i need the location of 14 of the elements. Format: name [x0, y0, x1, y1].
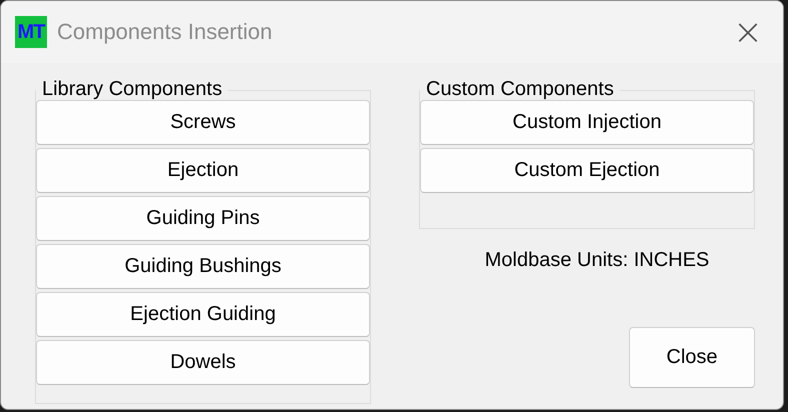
units-label: Moldbase Units: INCHES [484, 249, 710, 272]
component-button[interactable]: Custom Injection [420, 100, 754, 145]
app-logo: MT [15, 16, 47, 48]
component-button[interactable]: Guiding Bushings [36, 244, 370, 289]
component-button[interactable]: Dowels [36, 340, 370, 385]
component-button[interactable]: Ejection [36, 148, 370, 193]
group-title: Library Components [41, 78, 224, 100]
component-button[interactable]: Screws [36, 100, 370, 145]
component-button[interactable]: Custom Ejection [420, 148, 754, 193]
component-button[interactable]: Ejection Guiding [36, 292, 370, 337]
close-button[interactable]: Close [629, 327, 755, 388]
component-button[interactable]: Guiding Pins [36, 196, 370, 241]
window-title: Components Insertion [57, 19, 274, 45]
group-title: Custom Components [425, 78, 615, 100]
